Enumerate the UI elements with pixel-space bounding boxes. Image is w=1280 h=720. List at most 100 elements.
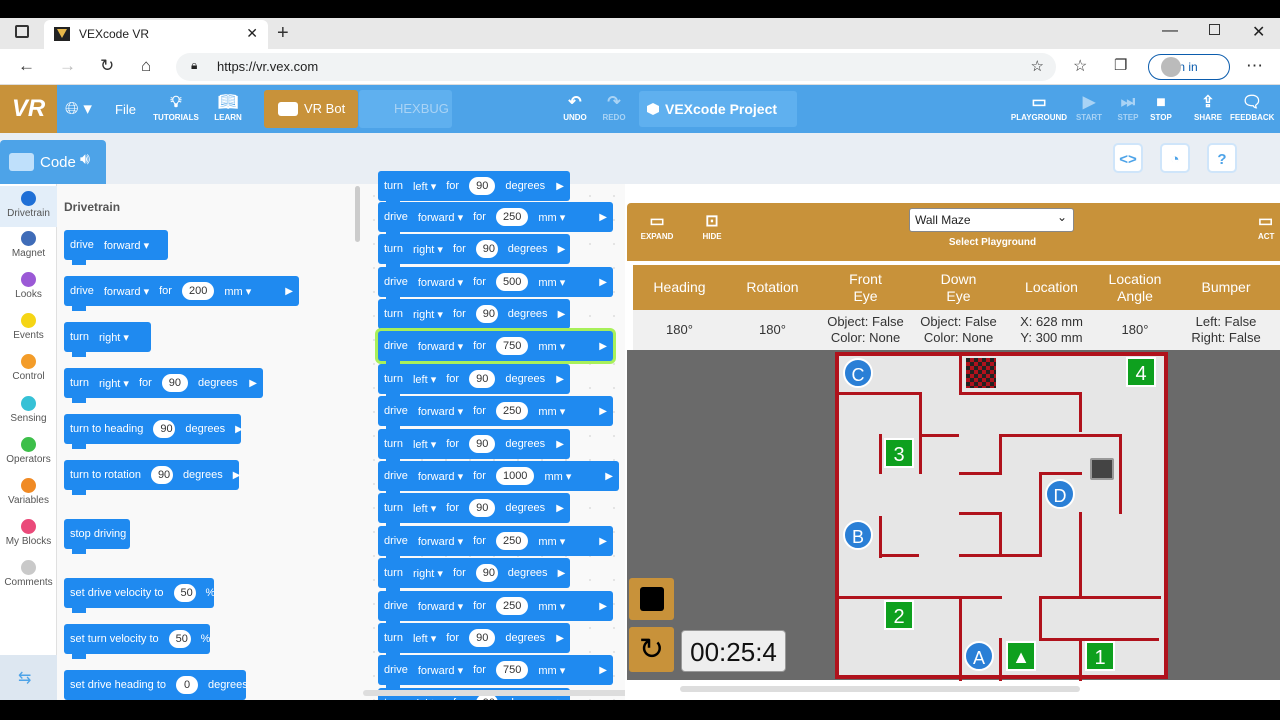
direction-dropdown[interactable]: left xyxy=(413,438,436,451)
language-globe-icon[interactable]: 🌐︎ ▾ xyxy=(65,99,92,119)
activities-button[interactable]: ▭ ACT xyxy=(1258,212,1280,241)
direction-dropdown[interactable]: right xyxy=(413,567,443,580)
run-block-icon[interactable]: ▶ xyxy=(556,374,564,385)
script-turn-block[interactable]: turn leftfor 90 degrees ▶ xyxy=(378,429,570,464)
palette-set-drive-heading-block[interactable]: set drive heading to 0 degrees xyxy=(64,670,248,705)
category-magnet[interactable]: Magnet xyxy=(0,231,57,259)
unit-dropdown[interactable]: mm xyxy=(538,405,565,418)
hide-button[interactable]: ⊡ HIDE xyxy=(697,212,727,241)
script-drive-block[interactable]: drive forward for 750 mm ▶ xyxy=(378,331,613,366)
category-my-blocks[interactable]: My Blocks xyxy=(0,519,57,547)
value-input[interactable]: 750 xyxy=(495,337,529,355)
favorite-star-icon[interactable]: ☆ xyxy=(1031,57,1044,75)
value-input[interactable]: 90 xyxy=(469,435,496,453)
stop-button[interactable]: ■ STOP xyxy=(1146,93,1176,122)
close-tab-icon[interactable]: ✕ xyxy=(246,25,258,42)
script-turn-block[interactable]: turn right for 90 degrees ▶ xyxy=(378,558,570,593)
sign-in-button[interactable]: Sign in xyxy=(1148,54,1230,80)
feedback-button[interactable]: 🗨︎ FEEDBACK xyxy=(1230,93,1274,122)
vr-bot-button[interactable]: VR Bot xyxy=(264,90,358,128)
script-turn-block[interactable]: turn right for 90 degrees ▶ xyxy=(378,234,570,269)
category-drivetrain[interactable]: Drivetrain xyxy=(0,186,57,227)
direction-dropdown[interactable]: forward xyxy=(418,211,463,224)
direction-dropdown[interactable]: forward xyxy=(418,276,463,289)
palette-drive-block[interactable]: drive forward xyxy=(64,230,168,265)
speaker-icon[interactable]: 🔊︎ xyxy=(80,151,90,169)
playground-button[interactable]: ▭ PLAYGROUND xyxy=(1010,93,1068,122)
reset-button[interactable]: ↻ xyxy=(629,627,674,672)
code-tab[interactable]: Code 🔊︎ xyxy=(0,140,106,184)
dashboard-icon[interactable]: ◔ xyxy=(1160,143,1190,173)
unit-dropdown[interactable]: mm xyxy=(538,276,565,289)
category-variables[interactable]: Variables xyxy=(0,478,57,506)
playground-stop-button[interactable] xyxy=(629,578,674,620)
script-turn-block[interactable]: turn leftfor 90 degrees ▶ xyxy=(378,171,570,206)
run-block-icon[interactable]: ▶ xyxy=(599,341,607,352)
run-block-icon[interactable]: ▶ xyxy=(599,277,607,288)
direction-dropdown[interactable]: forward xyxy=(418,600,463,613)
value-input[interactable]: 250 xyxy=(495,208,529,226)
direction-dropdown[interactable]: forward xyxy=(418,470,463,483)
run-block-icon[interactable]: ▶ xyxy=(556,439,564,450)
share-button[interactable]: ⇪ SHARE xyxy=(1193,93,1223,122)
value-input[interactable]: 90 xyxy=(475,564,498,582)
unit-dropdown[interactable]: mm xyxy=(538,535,565,548)
back-icon[interactable]: ← xyxy=(18,56,35,76)
run-block-icon[interactable]: ▶ xyxy=(599,406,607,417)
value-input[interactable]: 90 xyxy=(469,499,496,517)
tab-actions-icon[interactable] xyxy=(15,25,29,38)
url-field[interactable]: 🔒︎ https://vr.vex.com ☆ xyxy=(176,53,1056,81)
category-looks[interactable]: Looks xyxy=(0,272,57,300)
value-input[interactable]: 250 xyxy=(495,402,529,420)
palette-turn-block[interactable]: turn right xyxy=(64,322,151,357)
value-input[interactable]: 90 xyxy=(469,370,496,388)
run-block-icon[interactable]: ▶ xyxy=(558,568,566,579)
direction-dropdown[interactable]: left xyxy=(413,180,436,193)
palette-turn-to-heading-block[interactable]: turn to heading 90 degrees ▶ xyxy=(64,414,243,449)
category-operators[interactable]: Operators xyxy=(0,437,57,465)
palette-turn-for-block[interactable]: turnrightfor90degrees▶ xyxy=(64,368,263,403)
expand-button[interactable]: ▭ EXPAND xyxy=(637,212,677,241)
run-block-icon[interactable]: ▶ xyxy=(599,212,607,223)
run-block-icon[interactable]: ▶ xyxy=(605,471,613,482)
script-turn-block[interactable]: turn leftfor 90 degrees ▶ xyxy=(378,364,570,399)
direction-dropdown[interactable]: left xyxy=(413,373,436,386)
help-icon[interactable]: ? xyxy=(1207,143,1237,173)
more-menu-icon[interactable]: ⋯ xyxy=(1246,56,1263,76)
direction-dropdown[interactable]: right xyxy=(413,243,443,256)
playground-select[interactable]: Wall Maze xyxy=(909,206,1074,232)
new-tab-icon[interactable]: + xyxy=(277,22,289,45)
favorites-icon[interactable]: ☆ xyxy=(1073,56,1087,76)
value-input[interactable]: 250 xyxy=(495,597,529,615)
direction-dropdown[interactable]: forward xyxy=(418,535,463,548)
script-drive-block[interactable]: drive forward for 250 mm ▶ xyxy=(378,396,613,431)
script-drive-block[interactable]: drive forward for 750 mm ▶ xyxy=(378,655,613,690)
direction-dropdown[interactable]: forward xyxy=(418,664,463,677)
collections-icon[interactable]: ❐ xyxy=(1114,56,1127,74)
value-input[interactable]: 90 xyxy=(469,177,496,195)
run-block-icon[interactable]: ▶ xyxy=(599,601,607,612)
playground-scrollbar[interactable] xyxy=(680,686,1080,692)
direction-dropdown[interactable]: left xyxy=(413,502,436,515)
category-events[interactable]: Events xyxy=(0,313,57,341)
code-view-icon[interactable]: <> xyxy=(1113,143,1143,173)
value-input[interactable]: 1000 xyxy=(495,467,535,485)
step-button[interactable]: ⏭ STEP xyxy=(1113,93,1143,122)
palette-scrollbar[interactable] xyxy=(355,186,360,242)
value-input[interactable]: 750 xyxy=(495,661,529,679)
refresh-icon[interactable]: ↻ xyxy=(100,56,114,76)
extensions-button[interactable]: ⇆ xyxy=(0,655,57,700)
direction-dropdown[interactable]: left xyxy=(413,632,436,645)
palette-drive-for-block[interactable]: driveforwardfor200mm▶ xyxy=(64,276,299,311)
undo-button[interactable]: ↶ UNDO xyxy=(560,93,590,122)
script-turn-block[interactable]: turn leftfor 90 degrees ▶ xyxy=(378,493,570,528)
script-drive-block[interactable]: drive forward for 250 mm ▶ xyxy=(378,526,613,561)
script-drive-block[interactable]: drive forward for 250 mm ▶ xyxy=(378,591,613,626)
palette-set-turn-velocity-block[interactable]: set turn velocity to 50% xyxy=(64,624,210,659)
tutorials-button[interactable]: 💡︎ TUTORIALS xyxy=(150,93,202,122)
unit-dropdown[interactable]: mm xyxy=(538,600,565,613)
category-comments[interactable]: Comments xyxy=(0,560,57,588)
direction-dropdown[interactable]: forward xyxy=(418,405,463,418)
unit-dropdown[interactable]: mm xyxy=(538,211,565,224)
run-block-icon[interactable]: ▶ xyxy=(558,309,566,320)
